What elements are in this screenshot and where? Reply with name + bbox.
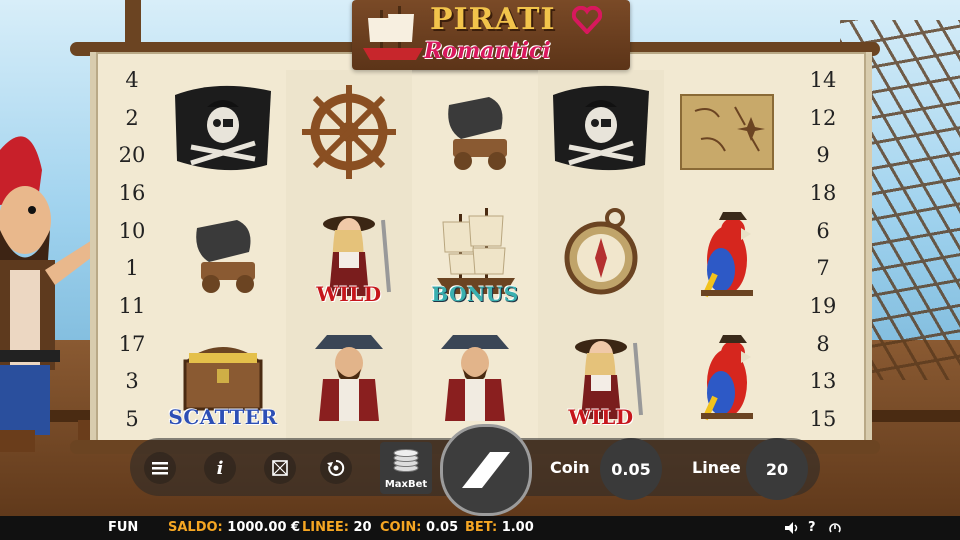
payline-number: 16 (118, 180, 146, 205)
info-icon: i (216, 457, 224, 479)
spin-icon (462, 452, 510, 488)
pirate-man-icon (441, 334, 509, 421)
symbol-ship-wheel (286, 70, 412, 193)
reel-2: WILD (286, 70, 412, 440)
control-panel: i MaxBet Coin 0.05 Linee 20 (130, 424, 820, 516)
maxbet-button[interactable]: MaxBet (380, 442, 432, 494)
logo-title: PIRATI (430, 2, 556, 37)
lines-status-value: 20 (353, 520, 372, 535)
symbol-treasure-map (664, 70, 790, 193)
symbol-pirate-woman: WILD (538, 316, 664, 439)
symbol-label: WILD (316, 282, 382, 306)
payline-number: 3 (125, 369, 139, 394)
reel-1: SCATTER (160, 70, 286, 440)
payline-number: 14 (809, 68, 837, 92)
symbol-label: WILD (568, 405, 634, 429)
payline-number: 1 (125, 256, 139, 281)
symbol-parrot (664, 193, 790, 316)
payline-number: 17 (118, 331, 146, 356)
coin-display: COIN: 0.05 (380, 520, 458, 535)
lines-label: Linee (692, 458, 741, 477)
symbol-label: SCATTER (168, 405, 278, 429)
reel-4: WILD (538, 70, 664, 440)
symbol-label: BONUS (431, 282, 519, 306)
jolly-roger-icon (553, 85, 649, 170)
payline-numbers-right: 14 12 9 18 6 7 19 8 13 15 (803, 70, 843, 430)
menu-button[interactable] (144, 452, 176, 484)
payline-numbers-left: 4 2 20 16 10 1 11 17 3 5 (112, 70, 152, 430)
reel-5 (664, 70, 790, 440)
symbol-pirate-woman: WILD (286, 193, 412, 316)
payline-number: 7 (816, 256, 830, 281)
balance-value: 1000.00 € (227, 520, 301, 535)
parrot-icon (701, 334, 753, 420)
bet-status-label: BET: (465, 520, 498, 535)
help-button[interactable]: ? (808, 520, 816, 535)
payline-number: 20 (118, 143, 146, 168)
payline-number: 18 (809, 180, 837, 205)
autoplay-icon (327, 459, 345, 476)
balance-display: SALDO: 1000.00 € (168, 520, 300, 535)
hamburger-icon (152, 462, 168, 475)
cannon-icon (448, 96, 507, 170)
lines-status-label: LINEE: (302, 520, 349, 535)
speaker-icon[interactable] (784, 521, 800, 535)
payline-number: 5 (125, 406, 139, 431)
payline-number: 10 (118, 218, 146, 243)
bet-status-value: 1.00 (501, 520, 534, 535)
symbol-pirate-man (286, 316, 412, 439)
status-bar: FUN SALDO: 1000.00 € LINEE: 20 COIN: 0.0… (0, 516, 960, 540)
symbol-cannon (160, 193, 286, 316)
ship-wheel-icon (302, 84, 396, 179)
payline-number: 8 (816, 331, 830, 356)
payline-number: 12 (809, 105, 837, 130)
lines-display: LINEE: 20 (302, 520, 372, 535)
sailing-ship-icon (363, 6, 423, 60)
history-icon[interactable] (828, 521, 842, 535)
payline-number: 9 (816, 143, 830, 168)
payline-number: 4 (125, 68, 139, 92)
compass-icon (564, 207, 638, 294)
fullscreen-icon (272, 460, 288, 476)
pirate-man-icon (315, 334, 383, 421)
coin-label: Coin (550, 458, 590, 477)
payline-number: 13 (809, 369, 837, 394)
mode-indicator: FUN (108, 520, 139, 535)
game-logo: PIRATI Romantici (352, 0, 630, 70)
symbol-jolly-roger (160, 70, 286, 193)
symbol-compass (538, 193, 664, 316)
spin-button[interactable] (440, 424, 532, 516)
heart-icon (572, 6, 602, 34)
coin-status-value: 0.05 (426, 520, 459, 535)
jolly-roger-icon (175, 85, 271, 170)
lines-value-button[interactable]: 20 (746, 438, 808, 500)
symbol-ship: BONUS (412, 193, 538, 316)
balance-label: SALDO: (168, 520, 223, 535)
coin-value-button[interactable]: 0.05 (600, 438, 662, 500)
symbol-cannon (412, 70, 538, 193)
reel-3: BONUS (412, 70, 538, 440)
symbol-jolly-roger (538, 70, 664, 193)
info-button[interactable]: i (204, 452, 236, 484)
symbol-parrot (664, 316, 790, 439)
payline-number: 19 (809, 293, 837, 318)
payline-number: 15 (809, 406, 837, 431)
fullscreen-button[interactable] (264, 452, 296, 484)
treasure-map-icon (680, 93, 774, 170)
payline-number: 2 (125, 105, 139, 130)
maxbet-label: MaxBet (384, 479, 428, 490)
payline-number: 11 (118, 293, 146, 318)
symbol-pirate-man (412, 316, 538, 439)
autoplay-button[interactable] (320, 452, 352, 484)
payline-number: 6 (816, 218, 830, 243)
parrot-icon (701, 211, 753, 297)
bet-display: BET: 1.00 (465, 520, 534, 535)
logo-subtitle: Romantici (424, 38, 551, 64)
cannon-icon (196, 219, 255, 293)
coin-status-label: COIN: (380, 520, 422, 535)
coin-stack-icon (393, 449, 419, 472)
symbol-treasure-chest: SCATTER (160, 316, 286, 439)
reel-grid: SCATTER WILD BONUS WILD (160, 70, 790, 440)
